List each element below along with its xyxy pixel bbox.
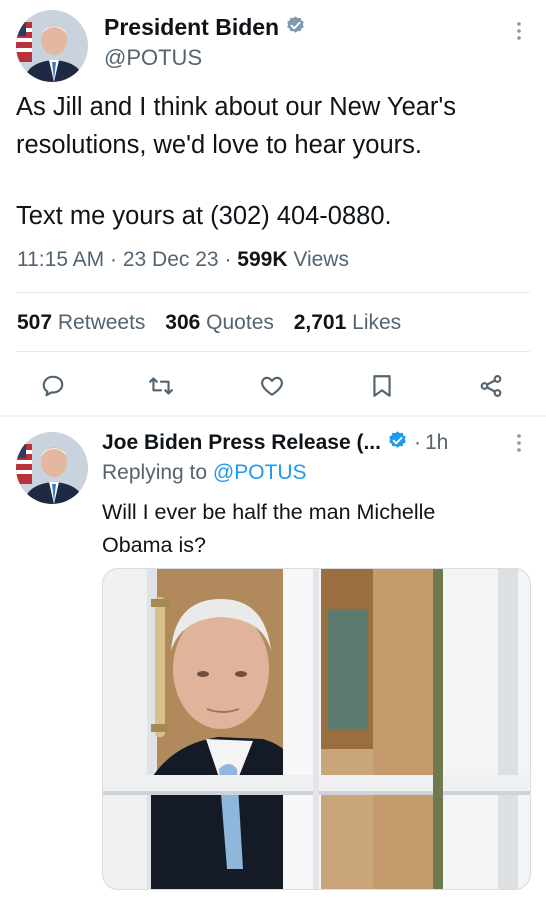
heart-icon (261, 376, 283, 396)
meta-separator: · (224, 248, 232, 271)
more-vertical-icon[interactable] (512, 20, 526, 46)
like-button[interactable] (256, 370, 288, 402)
reply-icon (42, 375, 64, 397)
tweet-text-paragraph-2: Text me yours at (302) 404-0880. (16, 202, 392, 230)
verified-badge-icon (387, 430, 408, 456)
share-button[interactable] (475, 370, 507, 402)
likes-label: Likes (352, 311, 402, 334)
author-name[interactable]: President Biden (104, 14, 279, 41)
tweet-text-paragraph-1: As Jill and I think about our New Year's… (16, 93, 457, 159)
retweets-stat[interactable]: 507 Retweets (17, 311, 145, 334)
reply-author-avatar[interactable] (16, 432, 88, 504)
retweet-icon (149, 377, 173, 395)
attached-photo[interactable] (102, 568, 531, 890)
views-count: 599K (237, 248, 288, 271)
quotes-count: 306 (165, 311, 201, 334)
bookmark-icon (373, 375, 391, 397)
likes-stat[interactable]: 2,701 Likes (294, 311, 401, 334)
reply-button[interactable] (37, 370, 69, 402)
retweets-count: 507 (17, 311, 53, 334)
divider (16, 351, 530, 352)
share-icon (480, 375, 502, 397)
author-name-row: President Biden (104, 14, 306, 41)
retweet-button[interactable] (145, 370, 177, 402)
replying-to: Replying to @POTUS (102, 461, 307, 485)
reply-separator: · (413, 431, 421, 454)
tweet-date[interactable]: 23 Dec 23 (123, 248, 219, 271)
reply-author-name[interactable]: Joe Biden Press Release (... (102, 431, 381, 455)
retweets-label: Retweets (57, 311, 146, 334)
views-label: Views (293, 248, 349, 271)
engagement-stats: 507 Retweets 306 Quotes 2,701 Likes (17, 311, 415, 335)
verified-badge-icon (285, 15, 306, 41)
quotes-label: Quotes (206, 311, 274, 334)
meta-separator: · (110, 248, 118, 271)
replying-handle-link[interactable]: @POTUS (213, 461, 307, 484)
reply-name-row: Joe Biden Press Release (... · 1h (102, 430, 448, 456)
quotes-stat[interactable]: 306 Quotes (165, 311, 274, 334)
likes-count: 2,701 (293, 311, 347, 334)
author-handle[interactable]: @POTUS (104, 45, 202, 71)
section-divider (0, 415, 546, 417)
reply-text: Will I ever be half the man Michelle Oba… (102, 500, 436, 557)
reply-time[interactable]: 1h (425, 431, 448, 455)
tweet-time[interactable]: 11:15 AM (17, 248, 104, 271)
replying-prefix: Replying to (102, 461, 208, 484)
tweet-meta: 11:15 AM · 23 Dec 23 · 599K Views (17, 248, 349, 272)
divider (16, 292, 530, 293)
author-avatar[interactable] (16, 10, 88, 82)
bookmark-button[interactable] (366, 370, 398, 402)
more-vertical-icon[interactable] (512, 432, 526, 458)
